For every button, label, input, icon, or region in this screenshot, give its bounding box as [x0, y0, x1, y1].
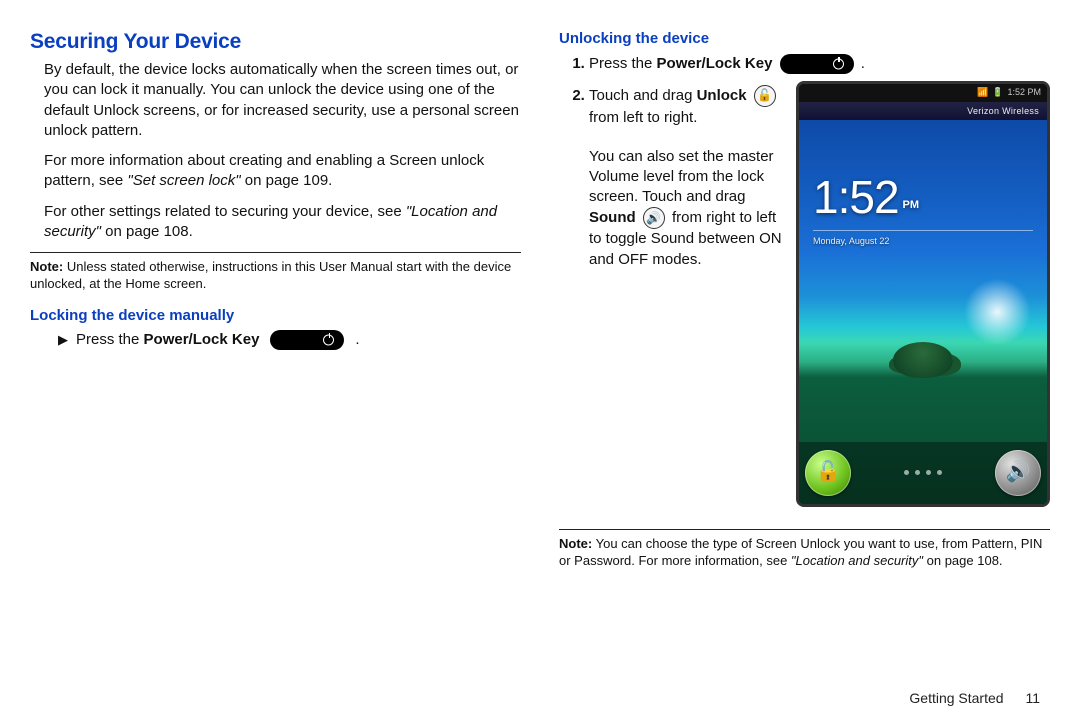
note-label: Note: — [559, 536, 592, 551]
power-lock-key-icon — [780, 54, 854, 74]
carrier-label: Verizon Wireless — [799, 102, 1047, 120]
crossref-location-security: "Location and security" — [791, 553, 923, 568]
sound-label: Sound — [589, 209, 636, 226]
status-time: 1:52 PM — [1007, 86, 1041, 99]
wallpaper-island — [893, 342, 953, 378]
text: For other settings related to securing y… — [44, 203, 406, 220]
wallpaper: 1:52 PM Monday, August 22 🔓 🔊 — [799, 120, 1047, 504]
power-lock-key-icon — [270, 330, 344, 350]
text: on page 109. — [241, 172, 333, 189]
text: . — [857, 55, 865, 72]
crossref-set-screen-lock: "Set screen lock" — [127, 172, 240, 189]
subheading-unlocking: Unlocking the device — [559, 30, 1050, 47]
footer-page-number: 11 — [1025, 690, 1040, 706]
text: on page 108. — [101, 223, 193, 240]
unlock-label: Unlock — [697, 87, 747, 104]
text: Press the — [76, 331, 144, 348]
unlock-slider-icon: 🔓 — [805, 450, 851, 496]
power-lock-key-label: Power/Lock Key — [657, 55, 773, 72]
text: Press the — [589, 55, 657, 72]
page-footer: Getting Started 11 — [909, 690, 1040, 706]
power-lock-key-label: Power/Lock Key — [144, 331, 260, 348]
step-2: Touch and drag Unlock 🔓 from left to rig… — [589, 81, 1050, 507]
intro-paragraph-2: For more information about creating and … — [44, 151, 521, 192]
text: from left to right. — [589, 109, 697, 126]
text: You can also set the master Volume level… — [589, 148, 774, 206]
intro-paragraph-1: By default, the device locks automatical… — [44, 60, 521, 141]
text: on page 108. — [923, 553, 1003, 568]
note-block-left: Note: Unless stated otherwise, instructi… — [30, 252, 521, 293]
note-body: You can choose the type of Screen Unlock… — [559, 536, 1042, 568]
manual-page: Securing Your Device By default, the dev… — [0, 0, 1080, 580]
signal-icon: 📶 — [977, 86, 988, 99]
step-1: Press the Power/Lock Key . — [589, 53, 1050, 75]
sound-slider-icon: 🔊 — [995, 450, 1041, 496]
section-title: Securing Your Device — [30, 30, 521, 54]
dock-dots — [904, 470, 942, 475]
clock-time: 1:52 — [813, 174, 899, 220]
unlock-icon: 🔓 — [754, 85, 776, 107]
step-text: Press the Power/Lock Key — [76, 331, 259, 348]
left-column: Securing Your Device By default, the dev… — [30, 30, 521, 570]
battery-icon: 🔋 — [992, 86, 1003, 99]
footer-section: Getting Started — [909, 690, 1003, 706]
unlocking-steps: Press the Power/Lock Key . Touch and dra… — [559, 53, 1050, 507]
intro-block: By default, the device locks automatical… — [30, 60, 521, 242]
sound-icon: 🔊 — [643, 207, 665, 229]
step-2-text: Touch and drag Unlock 🔓 from left to rig… — [589, 81, 782, 507]
text: Touch and drag — [589, 87, 697, 104]
status-bar: 📶 🔋 1:52 PM — [799, 84, 1047, 102]
note-body: Unless stated otherwise, instructions in… — [30, 259, 511, 291]
intro-paragraph-3: For other settings related to securing y… — [44, 202, 521, 243]
text: . — [355, 331, 359, 348]
note-block-right: Note: You can choose the type of Screen … — [559, 529, 1050, 570]
phone-screenshot: 📶 🔋 1:52 PM Verizon Wireless 1:52 PM Mon… — [796, 81, 1050, 507]
step-arrow-icon: ▶ — [58, 332, 68, 348]
right-column: Unlocking the device Press the Power/Loc… — [559, 30, 1050, 570]
subheading-locking: Locking the device manually — [30, 307, 521, 324]
note-label: Note: — [30, 259, 63, 274]
lock-dock: 🔓 🔊 — [799, 442, 1047, 504]
lockscreen-clock: 1:52 PM — [813, 174, 919, 220]
locking-step: ▶ Press the Power/Lock Key . — [30, 330, 521, 350]
lockscreen-date: Monday, August 22 — [813, 230, 1033, 248]
volume-instruction: You can also set the master Volume level… — [589, 147, 782, 270]
clock-ampm: PM — [903, 198, 920, 220]
